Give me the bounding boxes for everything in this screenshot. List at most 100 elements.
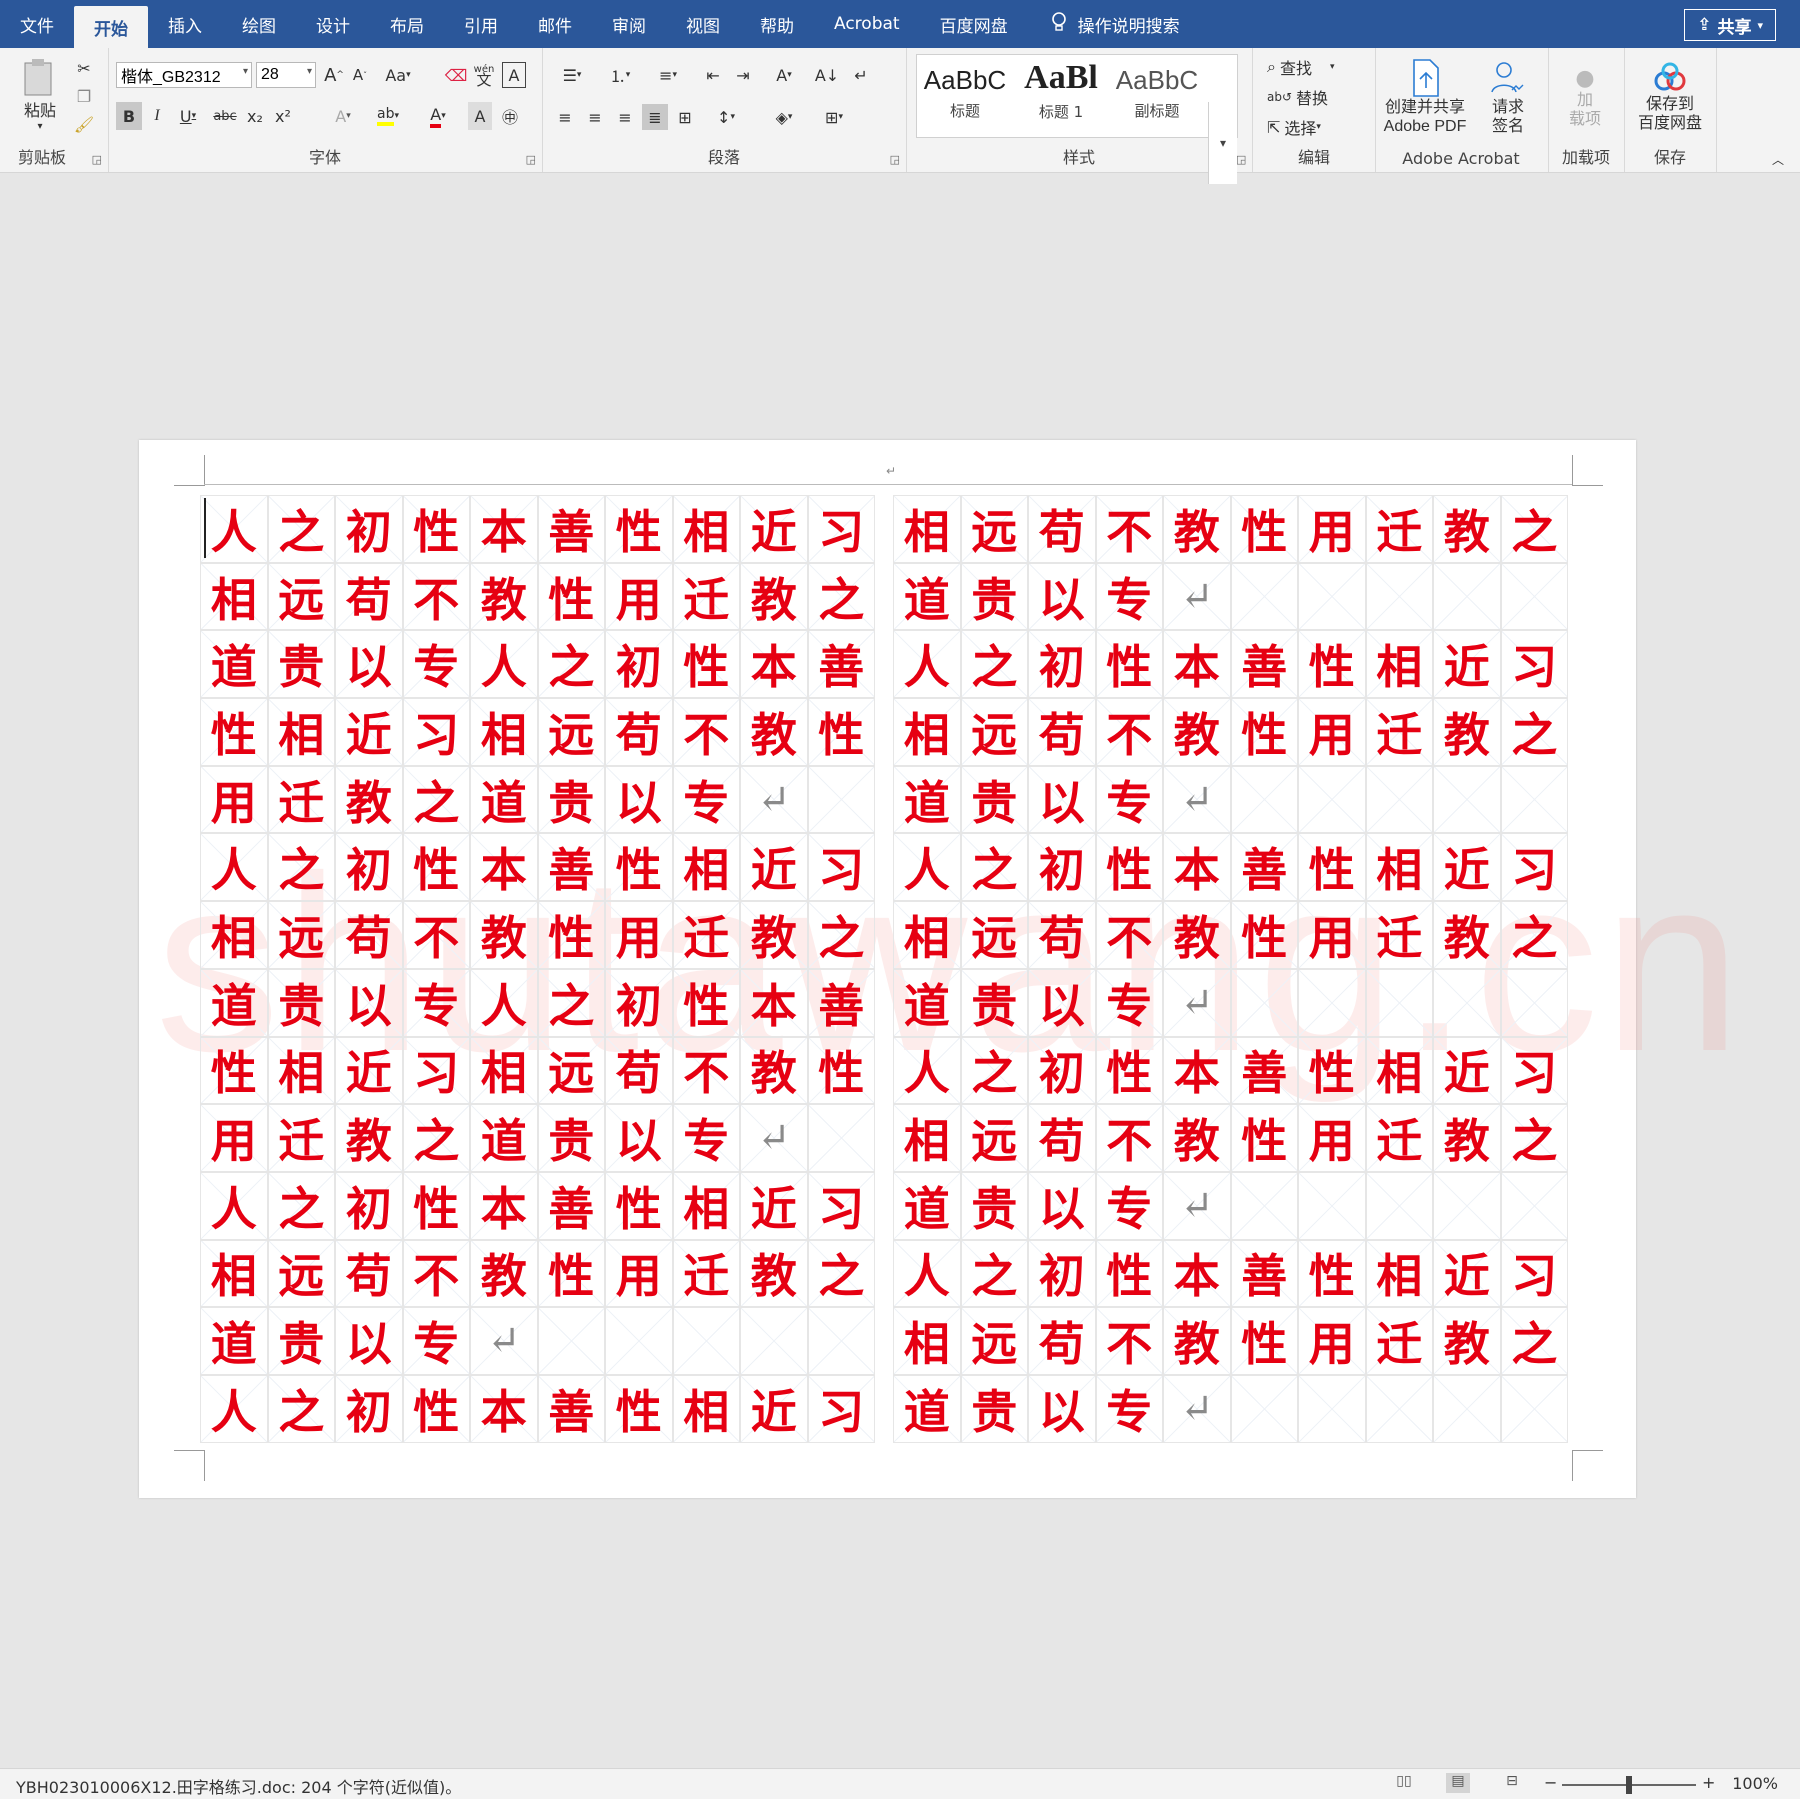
grid-cell: 专	[402, 630, 470, 699]
styles-more-button[interactable]: ▾	[1208, 102, 1237, 184]
tab-0[interactable]: 文件	[0, 0, 74, 48]
read-mode-icon[interactable]: ▯▯	[1392, 1773, 1416, 1793]
align-center-icon[interactable]: ≡	[582, 104, 608, 130]
decrease-indent-icon[interactable]: ⇤	[700, 62, 726, 88]
select-button[interactable]: ⇱ 选择 ▾	[1267, 114, 1367, 140]
dialog-launcher-icon[interactable]: ◲	[92, 153, 102, 166]
style-title[interactable]: AaBbC 标题	[917, 55, 1013, 137]
distributed-icon[interactable]: ⊞	[672, 104, 698, 130]
find-button[interactable]: ⌕ 查找 ▾	[1267, 54, 1367, 80]
grid-cell: 性	[807, 698, 875, 766]
style-heading-1[interactable]: AaBl 标题 1	[1013, 55, 1109, 137]
enclose-characters-icon[interactable]: ㊥	[498, 102, 522, 130]
italic-button[interactable]: I	[146, 102, 168, 130]
tab-1[interactable]: 开始	[74, 6, 148, 48]
change-case-button[interactable]: Aa ▾	[380, 62, 416, 88]
shrink-font-icon[interactable]: Aˇ	[348, 62, 372, 88]
grid-cell: 贵	[537, 765, 605, 834]
zoom-in-button[interactable]: +	[1702, 1773, 1715, 1792]
grid-cell: ↵	[1163, 765, 1231, 834]
borders-icon[interactable]: ⊞ ▾	[814, 104, 854, 130]
grid-cell	[807, 1104, 875, 1172]
font-group-label: 字体	[308, 148, 341, 167]
request-signature-button[interactable]: 请求 签名	[1478, 52, 1538, 142]
format-painter-icon[interactable]: 🖌	[72, 112, 96, 136]
collapse-ribbon-icon[interactable]: ︿	[1768, 150, 1788, 168]
paste-button[interactable]: 粘贴 ▾	[12, 54, 68, 134]
underline-button[interactable]: U ▾	[170, 102, 206, 130]
zoom-level[interactable]: 100%	[1732, 1774, 1778, 1793]
dialog-launcher-icon[interactable]: ◲	[1236, 153, 1246, 166]
clear-format-icon[interactable]: ⌫	[444, 62, 468, 88]
copy-icon[interactable]: ❐	[72, 84, 96, 108]
grid-cell: ↵	[740, 1104, 808, 1172]
tab-8[interactable]: 审阅	[592, 0, 666, 48]
sort-icon[interactable]: A↓	[814, 62, 840, 88]
font-name-combo[interactable]: 楷体_GB2312 ▾	[116, 62, 252, 88]
grid-cell: 道	[200, 968, 268, 1037]
grow-font-icon[interactable]: A ^	[322, 62, 346, 88]
tab-7[interactable]: 邮件	[518, 0, 592, 48]
addins-group: ● 加 载项 加载项	[1548, 48, 1625, 172]
increase-indent-icon[interactable]: ⇥	[730, 62, 756, 88]
grid-cell: ↵	[1163, 968, 1231, 1037]
align-right-icon[interactable]: ≡	[612, 104, 638, 130]
chinese-layout-icon[interactable]: A ▾	[764, 62, 804, 88]
print-layout-icon[interactable]: ▤	[1446, 1773, 1470, 1793]
ribbon-tab-bar: 文件 开始 插入 绘图 设计 布局 引用 邮件 审阅 视图 帮助 Acrobat 百度网盘 操作说明搜索…	[0, 0, 1800, 48]
line-spacing-icon[interactable]: ↕ ▾	[706, 104, 746, 130]
multilevel-list-icon[interactable]: ≡ ▾	[648, 62, 688, 88]
dialog-launcher-icon[interactable]: ◲	[526, 153, 536, 166]
share-button[interactable]: ⇪ 共享 ▾	[1684, 9, 1776, 41]
save-to-baidu-button[interactable]: 保存到 百度网盘	[1628, 52, 1712, 142]
tab-4[interactable]: 设计	[296, 0, 370, 48]
character-shading-icon[interactable]: A	[468, 102, 492, 130]
tab-2[interactable]: 插入	[148, 0, 222, 48]
grid-cell: 苟	[1028, 1104, 1096, 1172]
zoom-out-button[interactable]: −	[1544, 1773, 1557, 1792]
grid-cell: 用	[605, 1239, 673, 1308]
tab-12[interactable]: 百度网盘	[920, 0, 1028, 48]
grid-cell: 以	[335, 630, 403, 699]
style-subtitle[interactable]: AaBbC 副标题	[1109, 55, 1205, 137]
bold-button[interactable]: B	[116, 102, 142, 130]
strikethrough-button[interactable]: abc	[210, 102, 240, 130]
tab-9[interactable]: 视图	[666, 0, 740, 48]
tell-me-search[interactable]: 操作说明搜索	[1050, 0, 1180, 48]
grid-cell: 初	[335, 1171, 403, 1240]
shading-icon[interactable]: ◈ ▾	[764, 104, 804, 130]
numbering-icon[interactable]: ⒈ ▾	[600, 62, 640, 88]
tab-3[interactable]: 绘图	[222, 0, 296, 48]
text-effects-icon[interactable]: A ▾	[326, 102, 360, 130]
acrobat-group-label: Adobe Acrobat	[1402, 149, 1520, 168]
subscript-button[interactable]: x₂	[242, 102, 268, 130]
align-left-icon[interactable]: ≡	[552, 104, 578, 130]
dialog-launcher-icon[interactable]: ◲	[890, 153, 900, 166]
font-size-combo[interactable]: 28 ▾	[256, 62, 316, 88]
show-marks-icon[interactable]: ↵	[848, 62, 874, 88]
font-color-button[interactable]: A ▾	[420, 102, 456, 130]
grid-cell: 远	[267, 901, 335, 969]
justify-icon[interactable]: ≣	[642, 104, 668, 130]
phonetic-guide-button[interactable]: wén 文	[472, 60, 496, 90]
replace-button[interactable]: ab↺ 替换	[1267, 84, 1367, 110]
word-count[interactable]: YBH023010006X12.田字格练习.doc: 204 个字符(近似值)。	[16, 1774, 461, 1798]
zoom-slider-thumb[interactable]	[1626, 1776, 1632, 1794]
tab-11[interactable]: Acrobat	[814, 0, 920, 48]
addins-button[interactable]: ● 加 载项	[1554, 52, 1616, 142]
grid-cell: 初	[1028, 1036, 1096, 1105]
grid-cell: 本	[1163, 630, 1231, 699]
italic-label: I	[154, 107, 160, 124]
create-pdf-button[interactable]: 创建并共享 Adobe PDF	[1380, 52, 1470, 142]
tab-10[interactable]: 帮助	[740, 0, 814, 48]
superscript-button[interactable]: x²	[270, 102, 296, 130]
chevron-down-icon: ▾	[1316, 122, 1321, 132]
web-layout-icon[interactable]: ⊟	[1500, 1773, 1524, 1793]
tab-6[interactable]: 引用	[444, 0, 518, 48]
bullets-icon[interactable]: ☰ ▾	[552, 62, 592, 88]
tab-5[interactable]: 布局	[370, 0, 444, 48]
character-border-icon[interactable]: A	[502, 62, 526, 88]
cut-icon[interactable]: ✂	[72, 56, 96, 80]
request-signature-label: 请求	[1491, 99, 1524, 116]
highlight-color-icon[interactable]: ab ▾	[370, 102, 406, 130]
